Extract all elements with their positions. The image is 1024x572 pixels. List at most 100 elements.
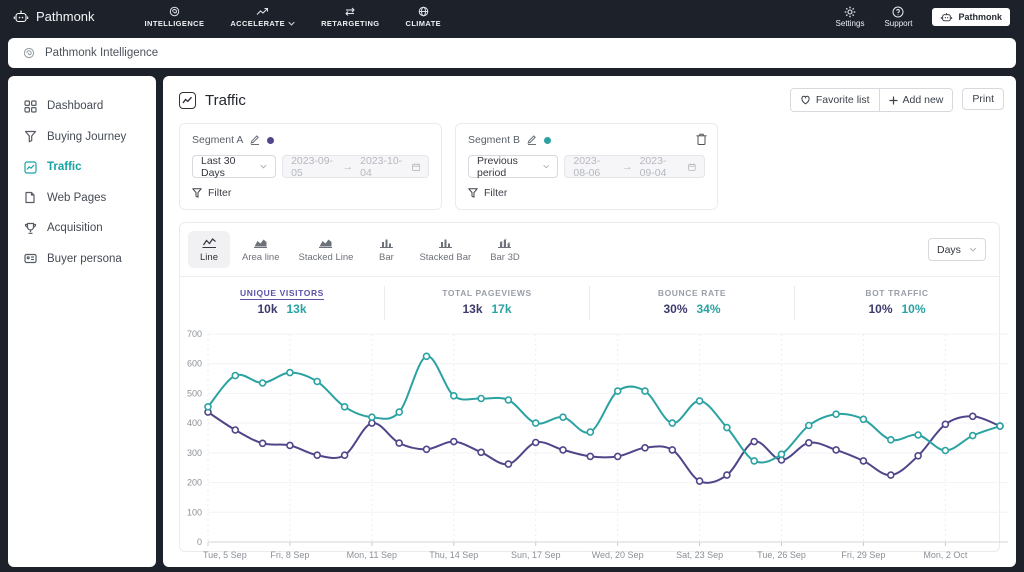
tab-stacked-bar[interactable]: Stacked Bar xyxy=(412,231,478,268)
tab-label: Stacked Bar xyxy=(419,252,472,263)
tab-area-line[interactable]: Area line xyxy=(235,231,287,268)
tab-bar[interactable]: Bar xyxy=(365,231,407,268)
tab-label: Line xyxy=(200,252,218,263)
stat-total-pageviews: TOTAL PAGEVIEWS 13k 17k xyxy=(384,286,589,320)
nav-label: CLIMATE xyxy=(405,18,442,28)
robot-icon xyxy=(940,12,953,22)
trash-icon[interactable] xyxy=(696,133,707,145)
calendar-icon xyxy=(411,162,420,171)
date-to: 2023-10-04 xyxy=(360,154,403,179)
header-actions: Favorite list Add new Print xyxy=(789,88,1004,112)
svg-text:Fri, 8 Sep: Fri, 8 Sep xyxy=(270,550,309,560)
add-new-button[interactable]: Add new xyxy=(878,89,953,111)
segment-a-filter-button[interactable]: Filter xyxy=(192,187,231,199)
brand-name: Pathmonk xyxy=(36,9,95,24)
line-chart-icon xyxy=(179,91,196,109)
date-from: 2023-08-06 xyxy=(573,154,601,179)
pencil-icon[interactable] xyxy=(527,135,537,145)
segment-a-range-select[interactable]: Last 30 Days xyxy=(192,155,277,179)
chart-canvas: 0 100 200 300 400 500 600 700 Tue, 5 Sep Fri, 8 S… xyxy=(187,329,1008,560)
nav-retargeting[interactable]: RETARGETING xyxy=(317,4,383,30)
tab-label: Stacked Line xyxy=(298,252,354,263)
segment-a-name: Segment A xyxy=(192,134,244,146)
sidebar-item-dashboard[interactable]: Dashboard xyxy=(8,91,156,122)
sidebar-item-label: Acquisition xyxy=(47,222,103,235)
date-to: 2023-09-04 xyxy=(639,154,667,179)
favorite-list-button[interactable]: Favorite list xyxy=(790,89,879,111)
sidebar-item-web-pages[interactable]: Web Pages xyxy=(8,183,156,214)
chevron-down-icon xyxy=(288,21,295,26)
segment-a-color-dot xyxy=(267,136,275,144)
arrow-right-icon: → xyxy=(342,160,354,173)
header-button-group: Favorite list Add new xyxy=(789,88,954,112)
settings-button[interactable]: Settings xyxy=(835,6,865,28)
settings-label: Settings xyxy=(835,18,865,28)
sidebar-item-label: Traffic xyxy=(47,161,82,174)
svg-text:600: 600 xyxy=(187,359,202,369)
print-button[interactable]: Print xyxy=(962,88,1004,110)
nav-intelligence[interactable]: INTELLIGENCE xyxy=(141,4,209,30)
add-new-label: Add new xyxy=(902,94,944,106)
interval-select[interactable]: Days xyxy=(928,238,986,261)
stacked-bar-icon xyxy=(438,237,453,249)
nav-label: ACCELERATE xyxy=(230,18,286,28)
stat-value-segment-a: 30% xyxy=(663,302,688,316)
help-icon xyxy=(892,6,904,18)
stat-label[interactable]: TOTAL PAGEVIEWS xyxy=(385,288,589,298)
nav-accelerate[interactable]: ACCELERATE xyxy=(226,4,299,30)
stat-value-segment-b: 10% xyxy=(901,302,926,316)
segment-a-date-range[interactable]: 2023-09-05 → 2023-10-04 xyxy=(282,154,429,179)
svg-text:400: 400 xyxy=(187,418,202,428)
date-from: 2023-09-05 xyxy=(291,154,334,179)
support-button[interactable]: Support xyxy=(884,6,912,28)
nav-label: RETARGETING xyxy=(321,18,380,28)
sidebar-item-buying-journey[interactable]: Buying Journey xyxy=(8,122,156,153)
funnel-icon xyxy=(23,130,37,144)
stat-value-segment-a: 13k xyxy=(462,302,483,316)
sidebar-item-traffic[interactable]: Traffic xyxy=(8,152,156,183)
accelerate-icon xyxy=(256,6,269,17)
stat-value-segment-a: 10% xyxy=(868,302,893,316)
climate-icon xyxy=(418,6,429,17)
segment-b-color-dot xyxy=(543,136,551,144)
breadcrumb-bar: Pathmonk Intelligence xyxy=(8,38,1016,68)
stat-bounce-rate: BOUNCE RATE 30% 34% xyxy=(589,286,794,320)
main-panel: Traffic Favorite list Add new Print Segm… xyxy=(163,76,1016,567)
segment-b-name: Segment B xyxy=(468,134,520,146)
stat-value-segment-b: 13k xyxy=(286,302,307,316)
svg-text:Tue, 5 Sep: Tue, 5 Sep xyxy=(203,550,247,560)
segment-b-card: Segment B Previous period 2023-08-06 → 2… xyxy=(455,123,718,210)
segment-b-date-range[interactable]: 2023-08-06 → 2023-09-04 xyxy=(564,154,705,179)
svg-text:0: 0 xyxy=(197,537,202,547)
sidebar-item-buyer-persona[interactable]: Buyer persona xyxy=(8,244,156,275)
trophy-icon xyxy=(23,221,37,235)
account-button[interactable]: Pathmonk xyxy=(932,7,1010,26)
brand-logo[interactable]: Pathmonk xyxy=(13,9,95,24)
sidebar-item-label: Dashboard xyxy=(47,100,104,113)
nav-label: INTELLIGENCE xyxy=(144,18,205,28)
chart-type-tabs: Line Area line Stacked Line Bar Stacked … xyxy=(180,223,999,277)
svg-text:Fri, 29 Sep: Fri, 29 Sep xyxy=(841,550,885,560)
tab-line[interactable]: Line xyxy=(188,231,230,268)
document-icon xyxy=(23,191,37,205)
sidebar-item-label: Web Pages xyxy=(47,191,107,204)
sidebar-item-acquisition[interactable]: Acquisition xyxy=(8,213,156,244)
stat-label[interactable]: BOUNCE RATE xyxy=(590,288,794,298)
tab-label: Bar 3D xyxy=(490,252,520,263)
tab-stacked-line[interactable]: Stacked Line xyxy=(292,231,361,268)
svg-text:300: 300 xyxy=(187,448,202,458)
stat-label[interactable]: BOT TRAFFIC xyxy=(795,288,999,298)
heart-icon xyxy=(801,95,810,105)
nav-climate[interactable]: CLIMATE xyxy=(402,4,446,30)
interval-value: Days xyxy=(937,243,961,256)
pencil-icon[interactable] xyxy=(250,135,260,145)
stat-label[interactable]: UNIQUE VISITORS xyxy=(180,288,384,298)
tab-label: Area line xyxy=(242,252,280,263)
nav-right: Settings Support Pathmonk xyxy=(836,6,1010,28)
segment-b-range-select[interactable]: Previous period xyxy=(468,155,559,179)
segment-b-filter-button[interactable]: Filter xyxy=(468,187,507,199)
tab-bar-3d[interactable]: Bar 3D xyxy=(483,231,527,268)
traffic-line-chart[interactable]: 0 100 200 300 400 500 600 700 Tue, 5 Sep Fri, 8 S… xyxy=(180,324,1008,567)
filter-label: Filter xyxy=(484,187,508,199)
stat-value-segment-b: 17k xyxy=(491,302,512,316)
